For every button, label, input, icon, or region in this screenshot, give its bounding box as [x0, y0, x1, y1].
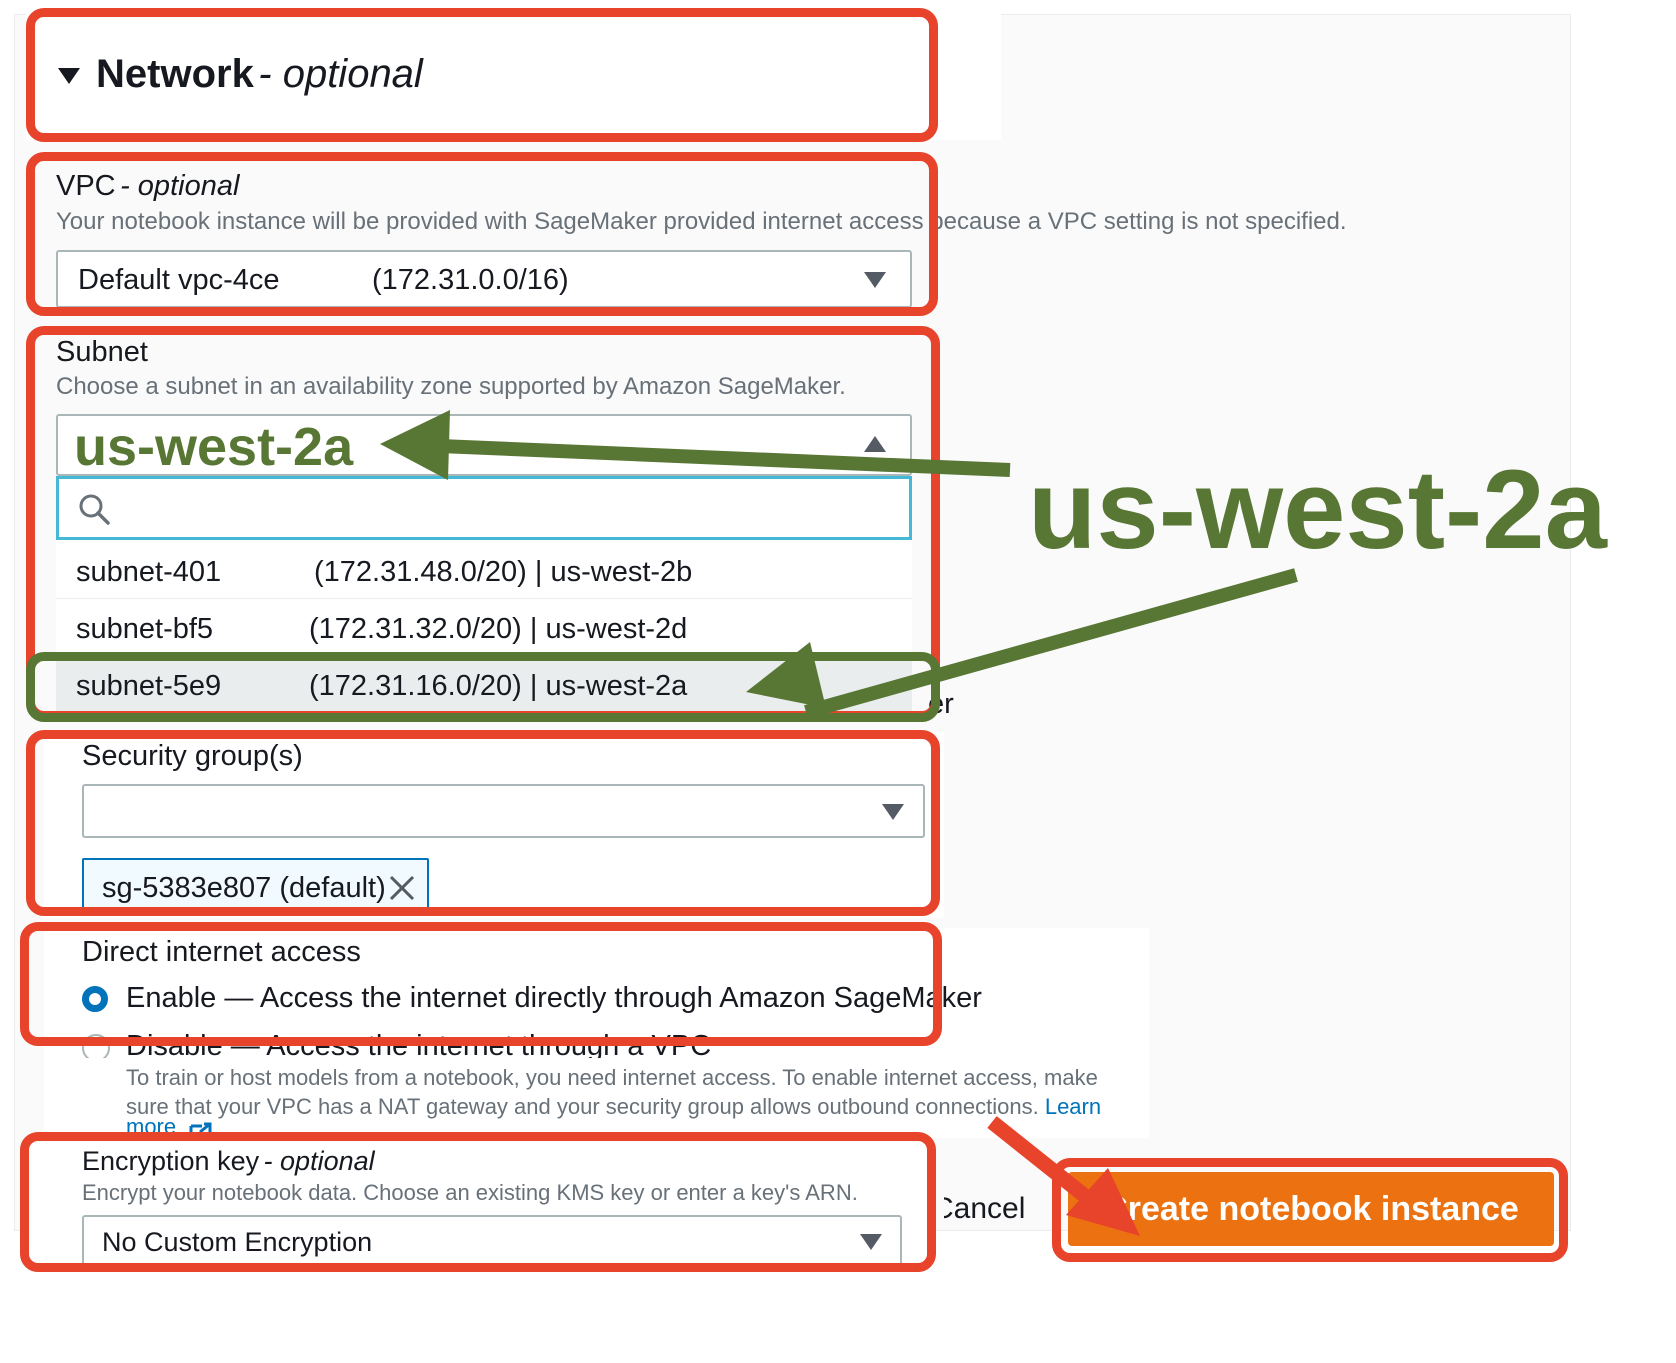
green-arrowhead-icon [380, 410, 450, 480]
callout-label: us-west-2a [1028, 447, 1607, 572]
green-arrow-to-option [804, 568, 1298, 719]
green-arrowhead-icon [746, 642, 826, 708]
red-arrow-to-create [987, 1116, 1095, 1206]
green-arrow-to-field [439, 439, 1011, 477]
red-arrowhead-icon [1066, 1168, 1140, 1236]
annotation-arrows [380, 410, 1298, 1236]
